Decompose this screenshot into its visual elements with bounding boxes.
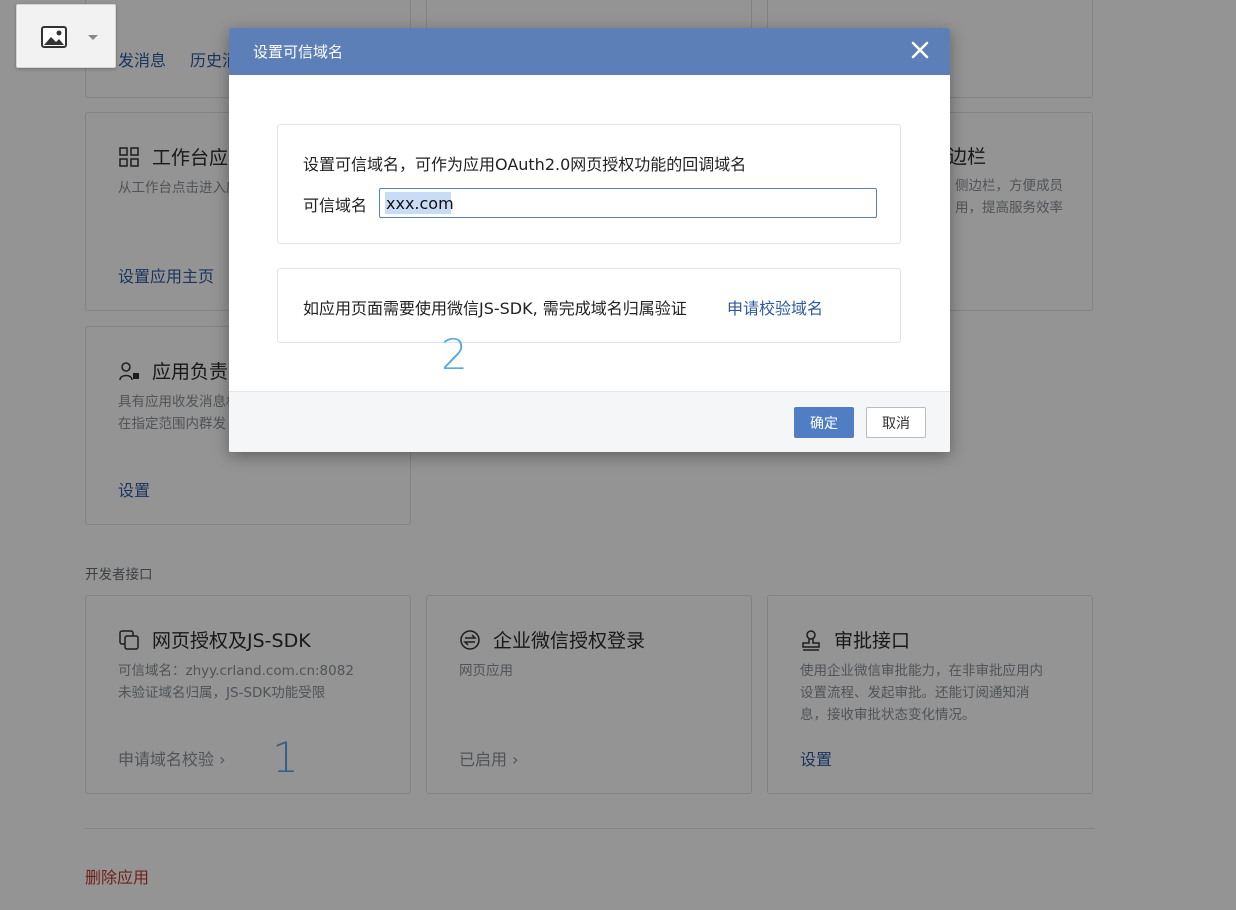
cancel-button[interactable]: 取消 xyxy=(866,407,926,438)
image-icon xyxy=(41,26,67,48)
dialog-title: 设置可信域名 xyxy=(253,43,344,61)
trusted-domain-label: 可信域名 xyxy=(303,196,368,215)
dialog-footer: 确定 取消 xyxy=(229,391,950,452)
trusted-domain-input[interactable] xyxy=(379,188,877,218)
image-tool-button[interactable] xyxy=(16,4,116,68)
trusted-domain-dialog: 设置可信域名 设置可信域名，可作为应用OAuth2.0网页授权功能的回调域名 可… xyxy=(229,28,950,452)
dialog-header: 设置可信域名 xyxy=(229,28,950,75)
close-icon[interactable] xyxy=(908,38,932,62)
apply-verify-domain-link[interactable]: 申请校验域名 xyxy=(727,295,823,319)
domain-settings-box: 设置可信域名，可作为应用OAuth2.0网页授权功能的回调域名 可信域名 xyxy=(277,124,901,244)
jssdk-verify-box: 如应用页面需要使用微信JS-SDK, 需完成域名归属验证 申请校验域名 xyxy=(277,268,901,343)
domain-description: 设置可信域名，可作为应用OAuth2.0网页授权功能的回调域名 xyxy=(303,155,747,174)
confirm-button[interactable]: 确定 xyxy=(794,407,854,438)
chevron-down-icon[interactable] xyxy=(88,35,98,40)
jssdk-verify-text: 如应用页面需要使用微信JS-SDK, 需完成域名归属验证 xyxy=(303,299,687,318)
annotation-number-2: 2 xyxy=(441,330,468,379)
